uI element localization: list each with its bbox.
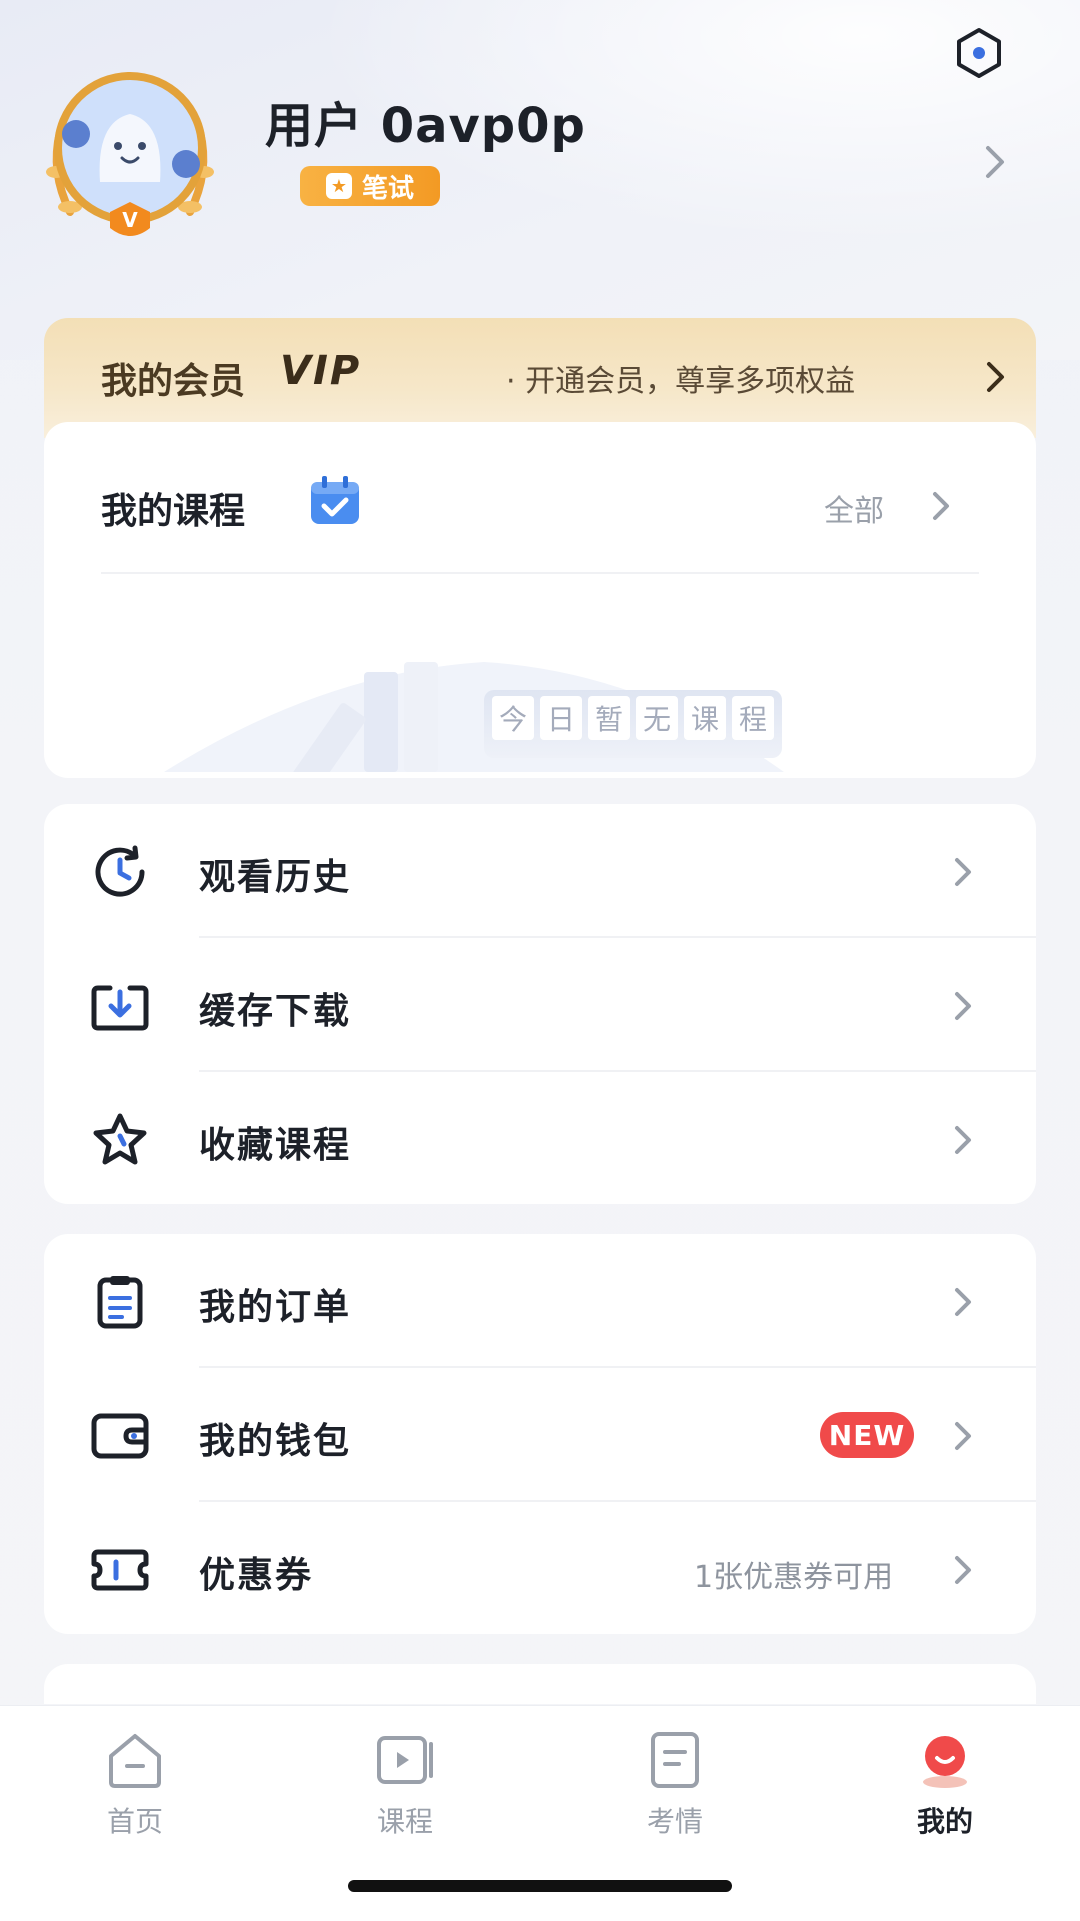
menu-item-my-wallet[interactable]: 我的钱包 NEW	[44, 1368, 1036, 1502]
badge-label: 笔试	[361, 173, 414, 204]
username[interactable]: 用户 0avp0p	[265, 86, 586, 156]
chevron-right-icon	[952, 1420, 974, 1456]
star-icon	[90, 1112, 150, 1168]
menu-item-cache-download[interactable]: 缓存下载	[44, 938, 1036, 1072]
chevron-right-icon	[952, 856, 974, 892]
coupon-icon	[90, 1542, 150, 1598]
vip-logo: VIP	[280, 348, 362, 394]
empty-char: 无	[636, 696, 678, 740]
empty-char: 今	[492, 696, 534, 740]
empty-char: 日	[540, 696, 582, 740]
exam-info-icon	[643, 1728, 707, 1792]
coupon-available-note: 1张优惠券可用	[694, 1560, 894, 1595]
order-icon	[90, 1274, 150, 1330]
chevron-right-icon	[952, 1286, 974, 1322]
empty-char: 程	[732, 696, 774, 740]
course-play-icon	[373, 1728, 437, 1792]
profile-chevron-icon[interactable]	[982, 144, 1008, 184]
menu-label: 我的订单	[199, 1287, 352, 1328]
settings-button[interactable]	[952, 26, 1006, 80]
tab-label: 课程	[376, 1805, 433, 1838]
new-badge: NEW	[820, 1412, 914, 1458]
menu-item-watch-history[interactable]: 观看历史	[44, 804, 1036, 938]
no-courses-today-label: 今 日 暂 无 课 程	[484, 690, 782, 758]
home-icon	[103, 1728, 167, 1792]
chevron-right-icon	[952, 1124, 974, 1160]
tab-label: 考情	[646, 1805, 703, 1838]
menu-item-coupons[interactable]: 优惠券 1张优惠券可用	[44, 1502, 1036, 1636]
my-courses-title: 我的课程	[101, 491, 246, 532]
my-courses-card: 我的课程 全部 今 日 暂 无 课 程	[44, 422, 1036, 791]
download-icon	[90, 978, 150, 1034]
tab-label: 首页	[106, 1805, 163, 1838]
avatar-badge-letter: V	[122, 208, 138, 232]
menu-group-learning: 观看历史 缓存下载 收藏课程	[44, 804, 1036, 1204]
history-icon	[90, 844, 150, 900]
chevron-right-icon	[952, 1554, 974, 1590]
menu-label: 我的钱包	[199, 1421, 352, 1462]
menu-label: 优惠券	[199, 1555, 314, 1596]
empty-char: 课	[684, 696, 726, 740]
tab-home[interactable]: 首页	[55, 1728, 215, 1848]
tab-label: 我的	[916, 1805, 973, 1838]
badge-star-icon: ★	[325, 173, 352, 199]
next-card-peek	[44, 1664, 1036, 1704]
avatar[interactable]: V	[30, 62, 230, 252]
vip-title: 我的会员	[101, 361, 246, 402]
empty-char: 暂	[588, 696, 630, 740]
tab-courses[interactable]: 课程	[325, 1728, 485, 1848]
home-indicator[interactable]	[348, 1880, 732, 1892]
chevron-right-icon[interactable]	[930, 490, 952, 526]
menu-label: 收藏课程	[199, 1125, 352, 1166]
tab-exam-info[interactable]: 考情	[595, 1728, 755, 1848]
menu-label: 缓存下载	[199, 991, 352, 1032]
calendar-check-icon	[308, 474, 362, 528]
settings-hexagon-icon	[957, 28, 1001, 78]
all-courses-link[interactable]: 全部	[824, 486, 884, 530]
menu-group-account: 我的订单 我的钱包 NEW 优惠券 1张优惠券可用	[44, 1234, 1036, 1634]
tab-profile[interactable]: 我的	[865, 1728, 1025, 1848]
menu-item-favorite-courses[interactable]: 收藏课程	[44, 1072, 1036, 1206]
divider	[101, 572, 979, 574]
vip-promo-text: · 开通会员，尊享多项权益	[506, 364, 856, 399]
chevron-right-icon	[952, 990, 974, 1026]
exam-type-badge[interactable]: ★ 笔试	[300, 166, 440, 206]
profile-icon	[913, 1728, 977, 1792]
wallet-icon	[90, 1408, 150, 1464]
menu-label: 观看历史	[199, 857, 352, 898]
chevron-right-icon	[984, 360, 1008, 398]
menu-item-my-orders[interactable]: 我的订单	[44, 1234, 1036, 1368]
vip-membership-card[interactable]: 我的会员 VIP · 开通会员，尊享多项权益	[44, 318, 1036, 438]
